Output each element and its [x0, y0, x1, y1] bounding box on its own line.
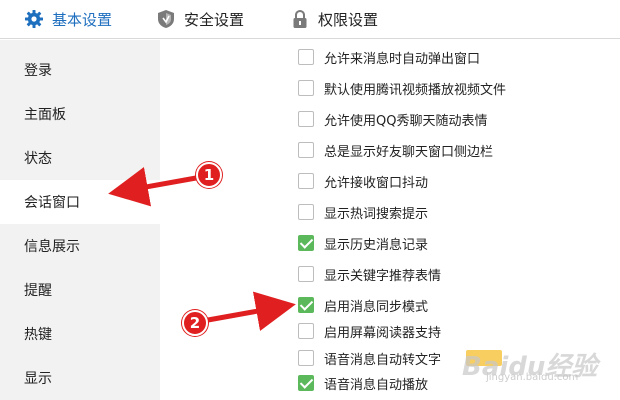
sidebar-item-label: 信息展示 [24, 239, 80, 255]
annotation-badge-2: 2 [182, 310, 208, 336]
sidebar-item-label: 会话窗口 [24, 195, 80, 211]
option-screen-reader[interactable]: 启用屏幕阅读器支持 [298, 320, 441, 342]
option-label: 显示热词搜索提示 [324, 206, 429, 222]
option-label: 语音消息自动播放 [324, 377, 429, 393]
option-tencent-video[interactable]: 默认使用腾讯视频播放视频文件 [298, 77, 506, 99]
shield-icon [156, 9, 176, 29]
option-history-records[interactable]: 显示历史消息记录 [298, 232, 428, 254]
tab-permission-settings[interactable]: 权限设置 [290, 0, 378, 38]
checkbox-checked[interactable] [298, 375, 314, 391]
option-label: 允许接收窗口抖动 [324, 175, 429, 191]
option-message-sync[interactable]: 启用消息同步模式 [298, 294, 428, 316]
settings-sidebar: 登录 主面板 状态 会话窗口 信息展示 提醒 热键 显示 [0, 40, 160, 400]
sidebar-item-label: 热键 [24, 327, 52, 343]
option-auto-popup[interactable]: 允许来消息时自动弹出窗口 [298, 46, 480, 68]
checkbox[interactable] [298, 142, 314, 158]
annotation-arrow-2 [205, 291, 296, 331]
checkbox-checked[interactable] [298, 297, 314, 313]
checkbox[interactable] [298, 111, 314, 127]
settings-tab-bar: 基本设置 安全设置 权限设置 [0, 0, 620, 39]
option-label: 允许来消息时自动弹出窗口 [324, 51, 481, 67]
tab-label: 基本设置 [52, 10, 113, 29]
option-chat-sidebar[interactable]: 总是显示好友聊天窗口侧边栏 [298, 139, 493, 161]
tab-label: 安全设置 [184, 10, 245, 29]
option-label: 启用消息同步模式 [324, 299, 429, 315]
checkbox[interactable] [298, 49, 314, 65]
checkbox[interactable] [298, 173, 314, 189]
option-qq-show-emoji[interactable]: 允许使用QQ秀聊天随动表情 [298, 108, 487, 130]
option-label: 显示历史消息记录 [324, 237, 429, 253]
checkbox-checked[interactable] [298, 235, 314, 251]
sidebar-item-label: 提醒 [24, 283, 52, 299]
gear-icon [24, 9, 44, 29]
checkbox[interactable] [298, 80, 314, 96]
option-label: 默认使用腾讯视频播放视频文件 [324, 82, 507, 98]
sidebar-item-label: 显示 [24, 371, 52, 387]
sidebar-item-hotkey[interactable]: 热键 [0, 312, 160, 356]
option-hot-search[interactable]: 显示热词搜索提示 [298, 201, 428, 223]
option-keyword-emoji[interactable]: 显示关键字推荐表情 [298, 263, 441, 285]
sidebar-item-info-display[interactable]: 信息展示 [0, 224, 160, 268]
sidebar-item-main-panel[interactable]: 主面板 [0, 92, 160, 136]
sidebar-item-status[interactable]: 状态 [0, 136, 160, 180]
checkbox[interactable] [298, 323, 314, 339]
sidebar-item-label: 登录 [24, 63, 52, 79]
watermark-subtext: jingyan.baidu.com [486, 372, 579, 383]
option-voice-autoplay[interactable]: 语音消息自动播放 [298, 372, 428, 394]
option-label: 显示关键字推荐表情 [324, 268, 442, 284]
option-label: 总是显示好友聊天窗口侧边栏 [324, 144, 494, 160]
checkbox[interactable] [298, 266, 314, 282]
sidebar-item-login[interactable]: 登录 [0, 48, 160, 92]
option-voice-to-text[interactable]: 语音消息自动转文字 [298, 347, 441, 369]
tab-security-settings[interactable]: 安全设置 [156, 0, 244, 38]
annotation-badge-1: 1 [196, 162, 222, 188]
tab-basic-settings[interactable]: 基本设置 [24, 0, 112, 38]
lock-icon [290, 9, 310, 29]
option-label: 语音消息自动转文字 [324, 352, 442, 368]
option-label: 启用屏幕阅读器支持 [324, 325, 442, 341]
sidebar-item-reminder[interactable]: 提醒 [0, 268, 160, 312]
option-window-shake[interactable]: 允许接收窗口抖动 [298, 170, 428, 192]
sidebar-item-chat-window[interactable]: 会话窗口 [0, 180, 160, 224]
checkbox[interactable] [298, 350, 314, 366]
sidebar-item-label: 主面板 [24, 107, 66, 123]
checkbox[interactable] [298, 204, 314, 220]
option-label: 允许使用QQ秀聊天随动表情 [324, 113, 488, 129]
tab-label: 权限设置 [318, 10, 379, 29]
sidebar-item-label: 状态 [24, 151, 52, 167]
sidebar-item-display[interactable]: 显示 [0, 356, 160, 400]
